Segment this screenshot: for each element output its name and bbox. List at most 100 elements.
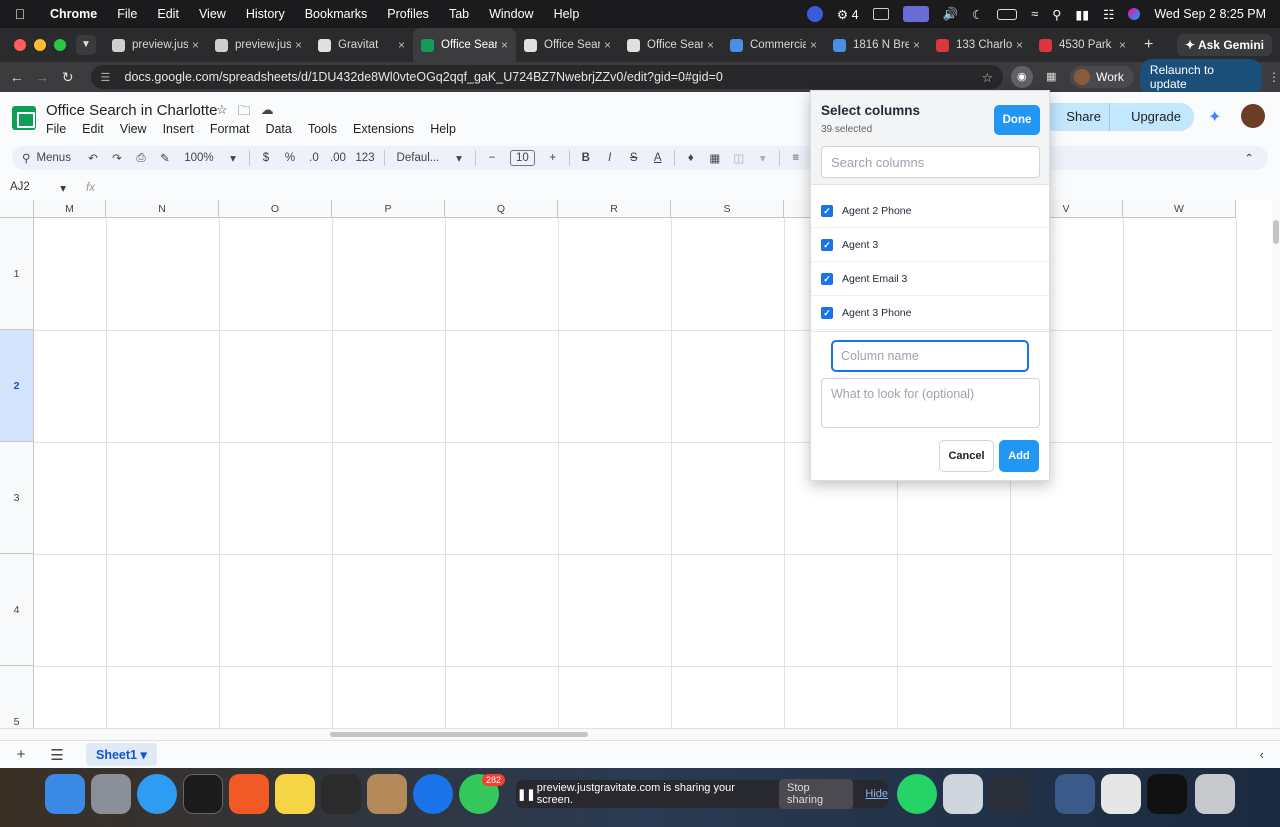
recent-window-icon[interactable] (1147, 774, 1187, 814)
siri-icon[interactable] (1128, 8, 1141, 20)
safari-icon[interactable] (137, 774, 177, 814)
menu-profiles[interactable]: Profiles (377, 7, 439, 21)
bold-icon[interactable]: B (574, 152, 598, 164)
stop-sharing-button[interactable]: Stop sharing (779, 779, 854, 809)
menu-history[interactable]: History (236, 7, 295, 21)
screen-icon[interactable] (872, 8, 889, 20)
notes-icon[interactable] (275, 774, 315, 814)
browser-tab[interactable]: preview.jus × (207, 28, 310, 62)
chevron-down-icon[interactable]: ▾ (751, 151, 775, 165)
browser-tab[interactable]: 4530 Park R × (1031, 28, 1134, 62)
close-tab-icon[interactable]: × (707, 38, 714, 52)
ask-gemini-button[interactable]: ✦ Ask Gemini (1177, 34, 1272, 56)
url-text[interactable]: docs.google.com/spreadsheets/d/1DU432de8… (125, 70, 982, 84)
doc-menu-edit[interactable]: Edit (82, 122, 104, 136)
close-tab-icon[interactable]: × (295, 38, 302, 52)
collapse-toolbar-icon[interactable]: ⌃ (1244, 151, 1254, 165)
row-header[interactable]: 5 (0, 666, 34, 728)
column-header[interactable]: P (332, 200, 445, 218)
row-header[interactable]: 3 (0, 442, 34, 554)
vertical-scrollbar[interactable] (1272, 200, 1280, 728)
column-name-input[interactable] (831, 340, 1029, 372)
forward-arrow-icon[interactable]: → (30, 69, 56, 85)
address-bar[interactable]: ☰ docs.google.com/spreadsheets/d/1DU432d… (90, 65, 1003, 89)
browser-tab[interactable]: Office Sear × (516, 28, 619, 62)
browser-tab[interactable]: preview.jus × (104, 28, 207, 62)
relaunch-button[interactable]: Relaunch to update (1139, 59, 1263, 95)
done-button[interactable]: Done (994, 105, 1040, 135)
chevron-down-icon[interactable]: ▾ (60, 181, 66, 195)
close-tab-icon[interactable]: × (1119, 38, 1126, 52)
menu-view[interactable]: View (189, 7, 236, 21)
column-header[interactable]: M (34, 200, 106, 218)
new-tab-button[interactable]: + (1134, 36, 1163, 54)
pause-icon[interactable]: ❚❚ (516, 788, 537, 801)
recent-window-icon[interactable] (1101, 774, 1141, 814)
reload-icon[interactable]: ↻ (55, 69, 81, 86)
decrease-decimal-button[interactable]: .0 (302, 152, 326, 164)
close-tab-icon[interactable]: × (398, 38, 405, 52)
browser-tab[interactable]: Gravitat × (310, 28, 413, 62)
upgrade-button[interactable]: Upgrade (1118, 103, 1194, 131)
hide-share-bar-link[interactable]: Hide (865, 788, 888, 800)
print-icon[interactable]: ⎙ (129, 152, 153, 165)
undo-icon[interactable]: ↶ (81, 151, 105, 165)
column-option-row[interactable]: ✓ Agent Email 3 (811, 262, 1049, 296)
screen-capture-icon[interactable] (943, 774, 983, 814)
extension-status-icon[interactable]: ⚙ 4 (837, 7, 859, 22)
doc-title[interactable]: Office Search in Charlotte (46, 102, 217, 119)
doc-menu-tools[interactable]: Tools (308, 122, 337, 136)
name-box[interactable]: AJ2 ▾ (0, 181, 74, 195)
browser-tab[interactable]: Office Sear × (413, 28, 516, 62)
close-tab-icon[interactable]: × (810, 38, 817, 52)
spreadsheet-grid[interactable]: MNOPQRSTUVW12345 (0, 200, 1272, 728)
wifi-icon[interactable]: ≈ (1031, 7, 1038, 21)
volume-icon[interactable]: 🔊 (943, 7, 959, 22)
add-button[interactable]: Add (999, 440, 1039, 472)
terminal-icon[interactable] (183, 774, 223, 814)
column-header[interactable]: R (558, 200, 671, 218)
scrollbar-thumb[interactable] (330, 732, 588, 737)
browser-tab[interactable]: 133 Charlo × (928, 28, 1031, 62)
column-option-row[interactable]: ✓ Agent 2 Phone (811, 194, 1049, 228)
menu-help[interactable]: Help (544, 7, 590, 21)
doc-menu-extensions[interactable]: Extensions (353, 122, 414, 136)
minimize-window-button[interactable] (34, 39, 46, 51)
menu-edit[interactable]: Edit (147, 7, 189, 21)
chrome-menu-icon[interactable]: ⋮ (1268, 70, 1280, 84)
close-tab-icon[interactable]: × (913, 38, 920, 52)
number-format-button[interactable]: 123 (350, 152, 380, 164)
browser-tab[interactable]: Commercial × (722, 28, 825, 62)
fill-color-icon[interactable]: ♦ (679, 152, 703, 164)
currency-format-button[interactable]: $ (254, 152, 278, 164)
row-header[interactable]: 1 (0, 218, 34, 330)
checkbox-checked[interactable]: ✓ (821, 272, 833, 285)
search-icon[interactable]: ⚲ (1052, 7, 1061, 22)
row-header[interactable]: 2 (0, 330, 34, 442)
paint-format-icon[interactable]: ✎ (153, 151, 177, 165)
increase-decimal-button[interactable]: .00 (326, 152, 350, 164)
cancel-button[interactable]: Cancel (939, 440, 994, 472)
move-folder-icon[interactable]: 🗀 (238, 102, 251, 124)
doc-menu-file[interactable]: File (46, 122, 66, 136)
battery-icon[interactable] (997, 8, 1018, 20)
checkbox-checked[interactable]: ✓ (821, 204, 833, 217)
screen-share-icon[interactable] (902, 6, 929, 22)
clock[interactable]: Wed Sep 2 8:25 PM (1154, 7, 1266, 21)
add-sheet-button[interactable]: + (6, 746, 36, 763)
whatsapp-icon[interactable] (897, 774, 937, 814)
user-avatar[interactable] (1241, 104, 1265, 128)
all-sheets-icon[interactable]: ☰ (42, 746, 72, 764)
italic-icon[interactable]: I (598, 152, 622, 164)
doc-menu-help[interactable]: Help (430, 122, 456, 136)
column-header[interactable]: Q (445, 200, 558, 218)
redo-icon[interactable]: ↷ (105, 151, 129, 165)
look-for-textarea[interactable] (821, 378, 1040, 428)
menu-app-name[interactable]: Chrome (40, 7, 107, 21)
column-header[interactable]: N (106, 200, 219, 218)
finder-icon[interactable] (45, 774, 85, 814)
close-tab-icon[interactable]: × (1016, 38, 1023, 52)
control-center-icon[interactable]: ☷ (1103, 7, 1114, 22)
percent-format-button[interactable]: % (278, 152, 302, 164)
menu-tab[interactable]: Tab (439, 7, 479, 21)
